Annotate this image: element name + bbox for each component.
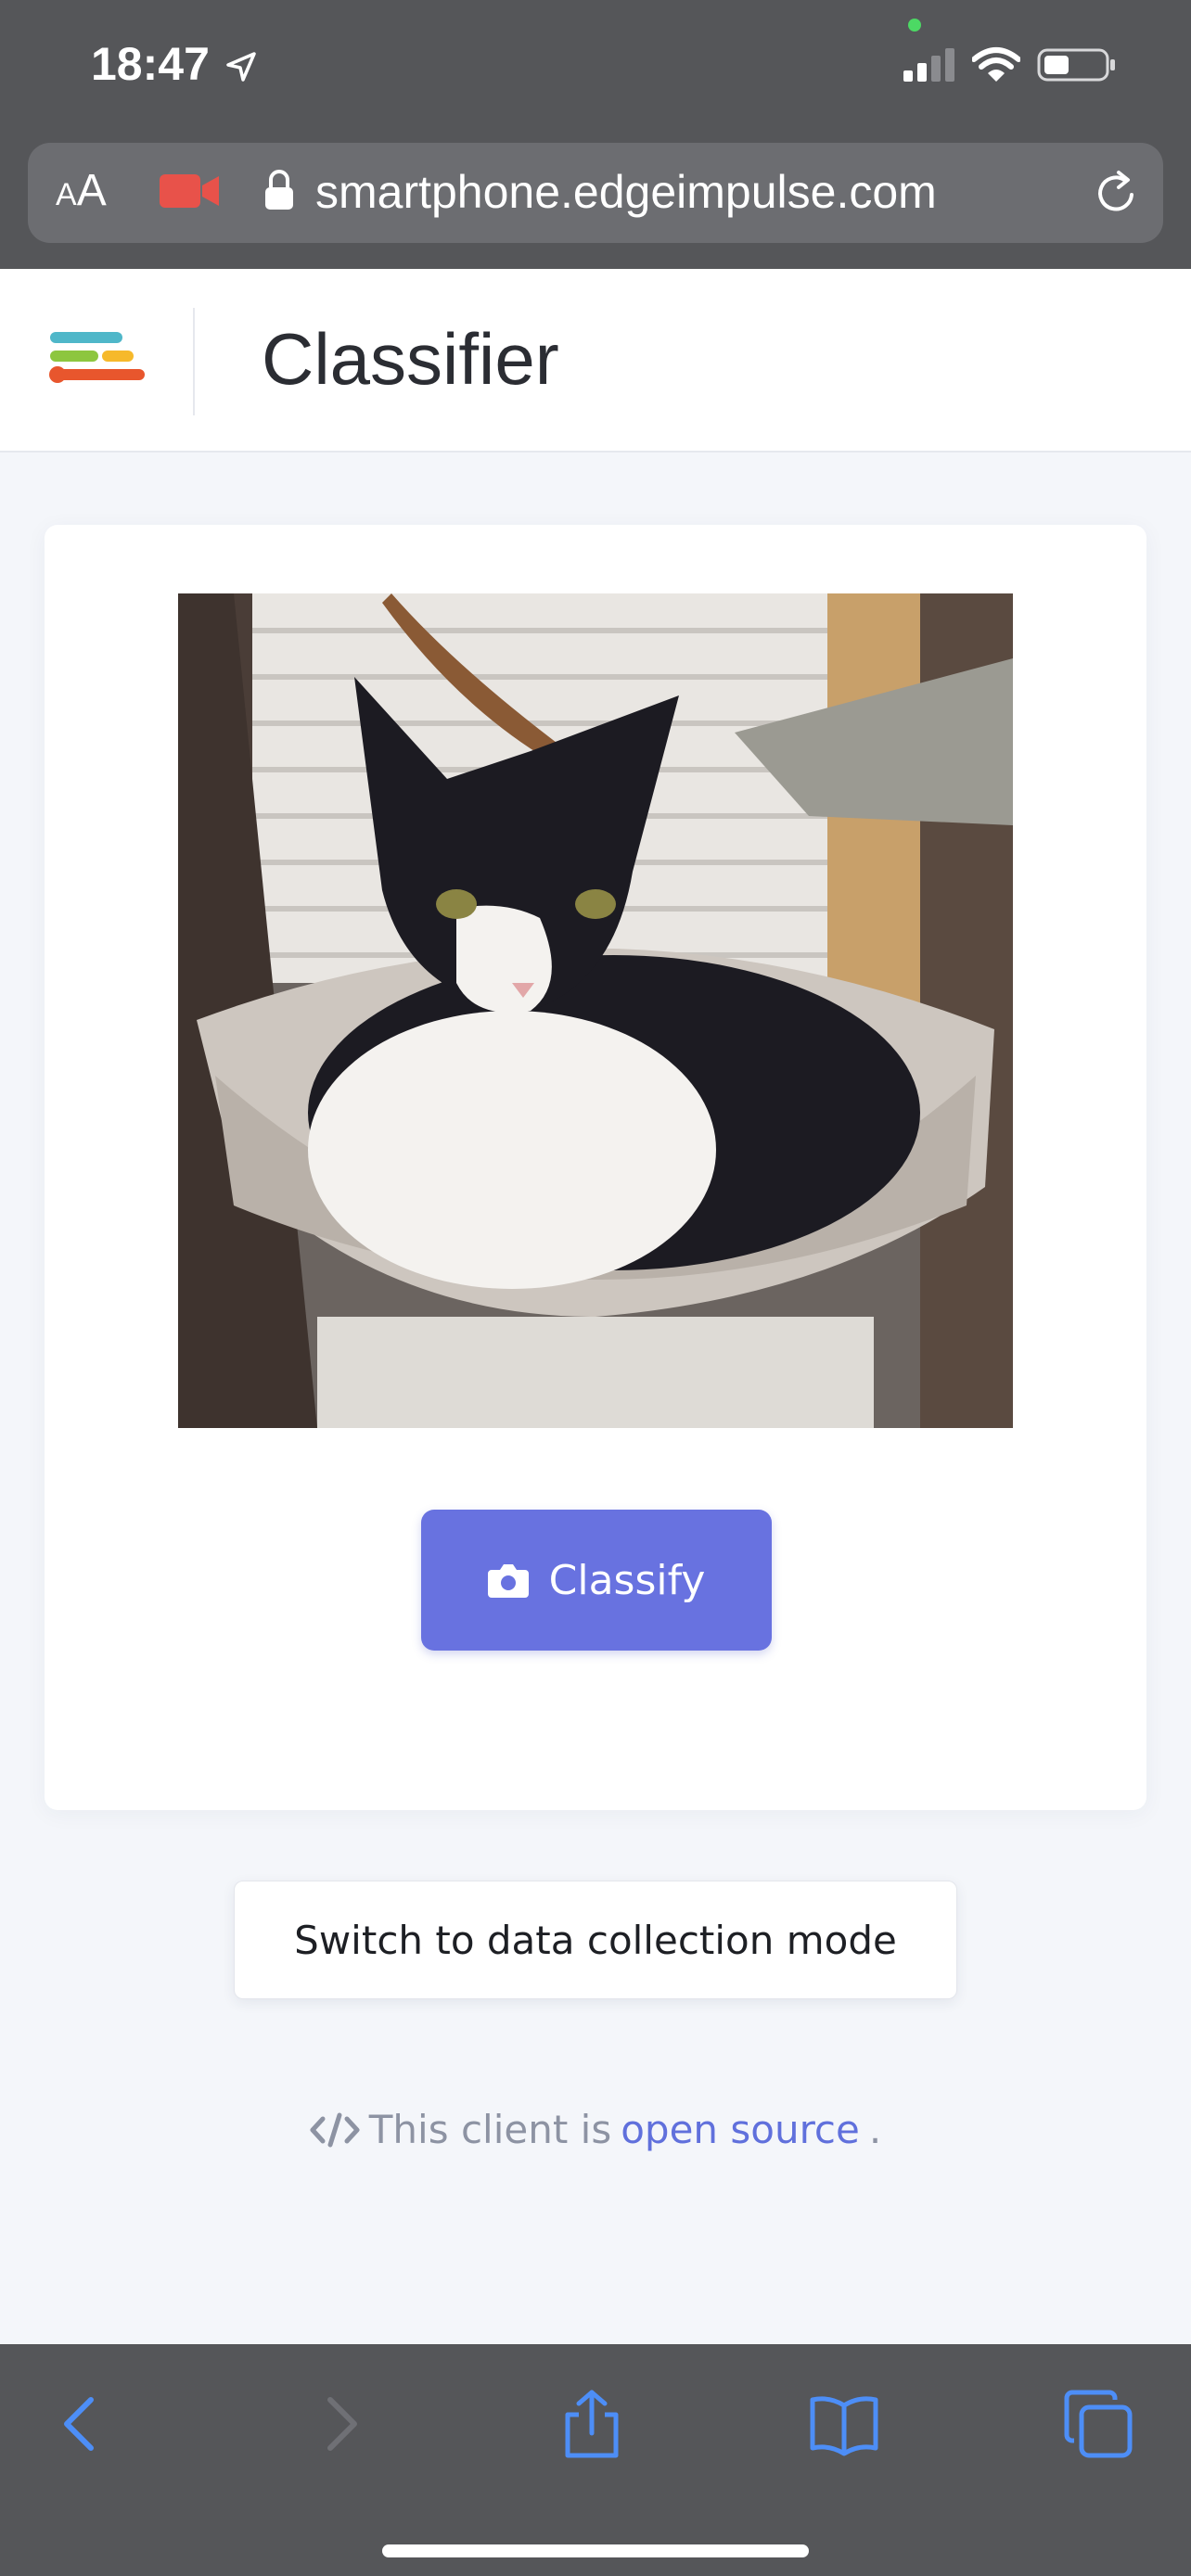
signal-icon: [903, 48, 954, 82]
camera-preview-image: [178, 593, 1013, 1428]
status-time: 18:47: [91, 38, 210, 90]
header-divider: [193, 308, 195, 415]
browser-toolbar: [0, 2344, 1191, 2576]
bookmarks-icon[interactable]: [807, 2387, 881, 2461]
privacy-indicator: [908, 19, 921, 32]
share-icon[interactable]: [555, 2387, 629, 2461]
footer-suffix: .: [868, 2107, 882, 2152]
reload-icon[interactable]: [1091, 167, 1143, 219]
tabs-icon[interactable]: [1061, 2387, 1135, 2461]
page-title: Classifier: [262, 318, 559, 400]
edge-impulse-logo[interactable]: [48, 325, 145, 399]
url-text[interactable]: smartphone.edgeimpulse.com: [315, 165, 937, 219]
home-indicator: [382, 2544, 809, 2557]
camera-record-icon[interactable]: [160, 171, 221, 211]
switch-mode-button[interactable]: Switch to data collection mode: [234, 1881, 957, 1999]
code-icon: [310, 2112, 360, 2147]
location-arrow-icon: [226, 52, 256, 82]
classify-button[interactable]: Classify: [421, 1510, 772, 1651]
classify-label: Classify: [548, 1556, 706, 1604]
browser-chrome: 18:47 AA smartphone.edgeimpulse.com: [0, 0, 1191, 269]
app-header: Classifier: [0, 269, 1191, 453]
open-source-link[interactable]: open source: [621, 2107, 860, 2152]
classifier-card: Classify: [45, 525, 1146, 1810]
address-bar[interactable]: AA smartphone.edgeimpulse.com: [28, 143, 1163, 243]
lock-icon: [265, 170, 293, 210]
back-icon[interactable]: [45, 2387, 119, 2461]
footer-note: This client is open source.: [0, 2107, 1191, 2152]
camera-icon: [487, 1564, 529, 1598]
battery-icon: [1037, 48, 1115, 82]
text-size-button[interactable]: AA: [56, 165, 107, 216]
wifi-icon: [972, 47, 1020, 82]
forward-icon[interactable]: [302, 2387, 377, 2461]
footer-prefix: This client is: [368, 2107, 612, 2152]
